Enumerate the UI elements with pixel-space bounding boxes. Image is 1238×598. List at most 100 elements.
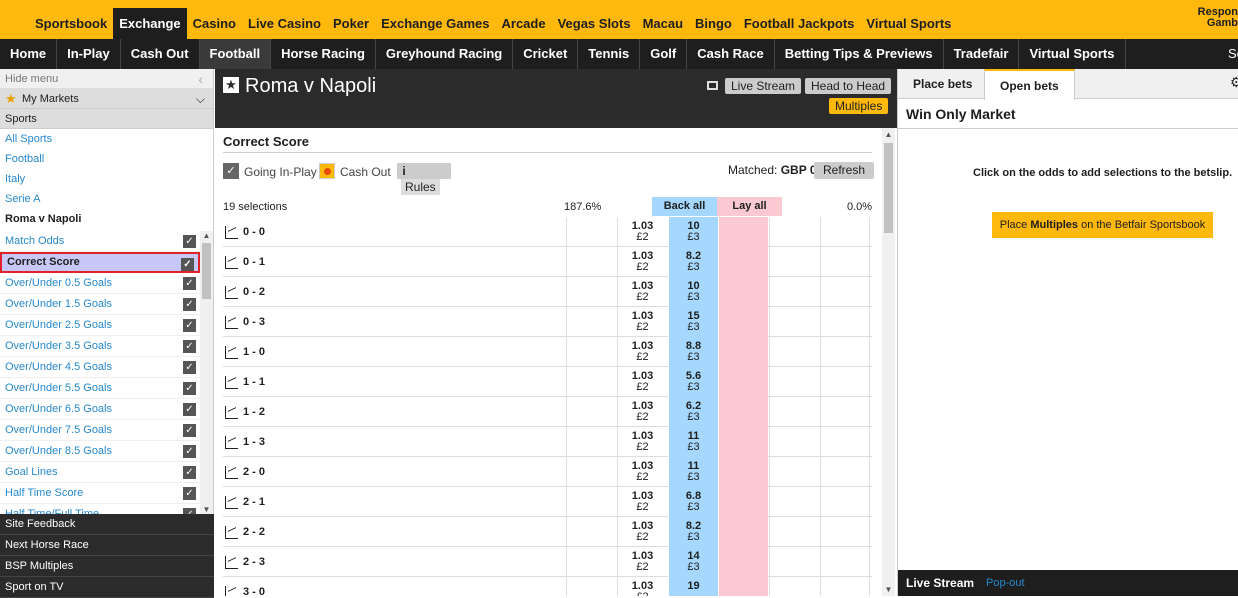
lay-1-cell[interactable] (718, 547, 768, 577)
back-1-cell[interactable]: 14 £3 (668, 547, 718, 577)
back-2-cell[interactable]: 1.03£2 (617, 217, 667, 247)
back-1-cell[interactable]: 8.2 £3 (668, 517, 718, 547)
lay-1-cell[interactable] (718, 277, 768, 307)
breadcrumb-football[interactable]: Football (0, 149, 213, 169)
scroll-up-icon[interactable]: ▲ (200, 231, 213, 240)
lay-1-cell[interactable] (718, 247, 768, 277)
sport-nav-home[interactable]: Home (0, 39, 58, 69)
market-checkbox[interactable]: ✓ (183, 466, 196, 479)
lay-2-cell[interactable] (769, 487, 819, 517)
back-2-cell[interactable]: 1.03£2 (617, 337, 667, 367)
chart-icon[interactable] (225, 586, 238, 596)
lay-2-cell[interactable] (769, 427, 819, 457)
left-scrollbar[interactable]: ▲ ▼ (200, 231, 213, 514)
back-2-cell[interactable]: 1.03£2 (617, 547, 667, 577)
head-to-head-button[interactable]: Head to Head (805, 78, 892, 94)
market-checkbox[interactable]: ✓ (183, 361, 196, 374)
lay-1-cell[interactable] (718, 367, 768, 397)
market-item-over-under-2-5-goals[interactable]: Over/Under 2.5 Goals ✓ (0, 315, 200, 336)
chart-icon[interactable] (225, 286, 238, 299)
lay-3-cell[interactable] (820, 217, 870, 247)
top-nav-football-jackpots[interactable]: Football Jackpots (738, 8, 861, 39)
hide-menu-button[interactable]: Hide menu ‹ (0, 69, 213, 89)
lay-3-cell[interactable] (820, 517, 870, 547)
lay-3-cell[interactable] (820, 307, 870, 337)
market-item-over-under-4-5-goals[interactable]: Over/Under 4.5 Goals ✓ (0, 357, 200, 378)
lay-1-cell[interactable] (718, 487, 768, 517)
top-nav-live-casino[interactable]: Live Casino (242, 8, 327, 39)
top-nav-poker[interactable]: Poker (327, 8, 375, 39)
lay-2-cell[interactable] (769, 307, 819, 337)
sport-nav-greyhound-racing[interactable]: Greyhound Racing (376, 39, 514, 69)
market-checkbox[interactable]: ✓ (183, 277, 196, 290)
bottom-link-sport-on-tv[interactable]: Sport on TV (0, 577, 214, 598)
tab-open-bets[interactable]: Open bets (984, 69, 1075, 100)
sport-nav-cash-out[interactable]: Cash Out (121, 39, 200, 69)
lay-3-cell[interactable] (820, 247, 870, 277)
chart-icon[interactable] (225, 406, 238, 419)
lay-1-cell[interactable] (718, 217, 768, 247)
lay-1-cell[interactable] (718, 517, 768, 547)
top-nav-sportsbook[interactable]: Sportsbook (29, 8, 113, 39)
chart-icon[interactable] (225, 496, 238, 509)
back-3-cell[interactable] (566, 277, 616, 307)
chart-icon[interactable] (225, 436, 238, 449)
my-markets-header[interactable]: ★ My Markets ⌵ (0, 89, 213, 109)
scroll-thumb[interactable] (884, 143, 893, 233)
back-3-cell[interactable] (566, 457, 616, 487)
market-item-goal-lines[interactable]: Goal Lines ✓ (0, 462, 200, 483)
chart-icon[interactable] (225, 316, 238, 329)
top-nav-exchange-games[interactable]: Exchange Games (375, 8, 495, 39)
top-nav-exchange[interactable]: Exchange (113, 8, 187, 39)
search-link[interactable]: Se (1228, 39, 1238, 69)
market-item-over-under-3-5-goals[interactable]: Over/Under 3.5 Goals ✓ (0, 336, 200, 357)
market-item-over-under-6-5-goals[interactable]: Over/Under 6.5 Goals ✓ (0, 399, 200, 420)
back-all-button[interactable]: Back all (652, 197, 717, 216)
live-stream-button[interactable]: Live Stream (725, 78, 802, 94)
lay-1-cell[interactable] (718, 457, 768, 487)
lay-3-cell[interactable] (820, 457, 870, 487)
back-1-cell[interactable]: 10 £3 (668, 217, 718, 247)
market-checkbox[interactable]: ✓ (183, 235, 196, 248)
lay-3-cell[interactable] (820, 427, 870, 457)
back-2-cell[interactable]: 1.03£2 (617, 397, 667, 427)
sport-nav-golf[interactable]: Golf (640, 39, 688, 69)
back-3-cell[interactable] (566, 427, 616, 457)
back-1-cell[interactable]: 11 £3 (668, 457, 718, 487)
back-1-cell[interactable]: 19 (668, 577, 718, 596)
sport-nav-tennis[interactable]: Tennis (578, 39, 641, 69)
lay-2-cell[interactable] (769, 367, 819, 397)
back-1-cell[interactable]: 8.2 £3 (668, 247, 718, 277)
back-3-cell[interactable] (566, 547, 616, 577)
top-nav-bingo[interactable]: Bingo (689, 8, 738, 39)
lay-3-cell[interactable] (820, 277, 870, 307)
lay-2-cell[interactable] (769, 337, 819, 367)
lay-3-cell[interactable] (820, 487, 870, 517)
chart-icon[interactable] (225, 226, 238, 239)
market-checkbox[interactable]: ✓ (181, 258, 194, 271)
going-inplay-checkbox[interactable]: ✓ (223, 163, 239, 179)
back-3-cell[interactable] (566, 577, 616, 596)
bottom-link-bsp-multiples[interactable]: BSP Multiples (0, 556, 214, 577)
lay-2-cell[interactable] (769, 277, 819, 307)
chart-icon[interactable] (225, 256, 238, 269)
lay-1-cell[interactable] (718, 307, 768, 337)
multiples-button[interactable]: Multiples (829, 98, 889, 114)
market-checkbox[interactable]: ✓ (183, 403, 196, 416)
lay-3-cell[interactable] (820, 397, 870, 427)
lay-all-button[interactable]: Lay all (717, 197, 782, 216)
chart-icon[interactable] (225, 556, 238, 569)
back-2-cell[interactable]: 1.03£2 (617, 247, 667, 277)
back-3-cell[interactable] (566, 487, 616, 517)
chart-icon[interactable] (225, 466, 238, 479)
lay-3-cell[interactable] (820, 547, 870, 577)
chart-icon[interactable] (225, 376, 238, 389)
back-2-cell[interactable]: 1.03£2 (617, 367, 667, 397)
lay-2-cell[interactable] (769, 547, 819, 577)
back-2-cell[interactable]: 1.03£2 (617, 427, 667, 457)
breadcrumb-italy[interactable]: Italy (0, 169, 213, 189)
sport-nav-cricket[interactable]: Cricket (513, 39, 579, 69)
bottom-link-next-horse-race[interactable]: Next Horse Race (0, 535, 214, 556)
sport-nav-betting-tips-previews[interactable]: Betting Tips & Previews (775, 39, 944, 69)
tab-place-bets[interactable]: Place bets (898, 69, 987, 99)
